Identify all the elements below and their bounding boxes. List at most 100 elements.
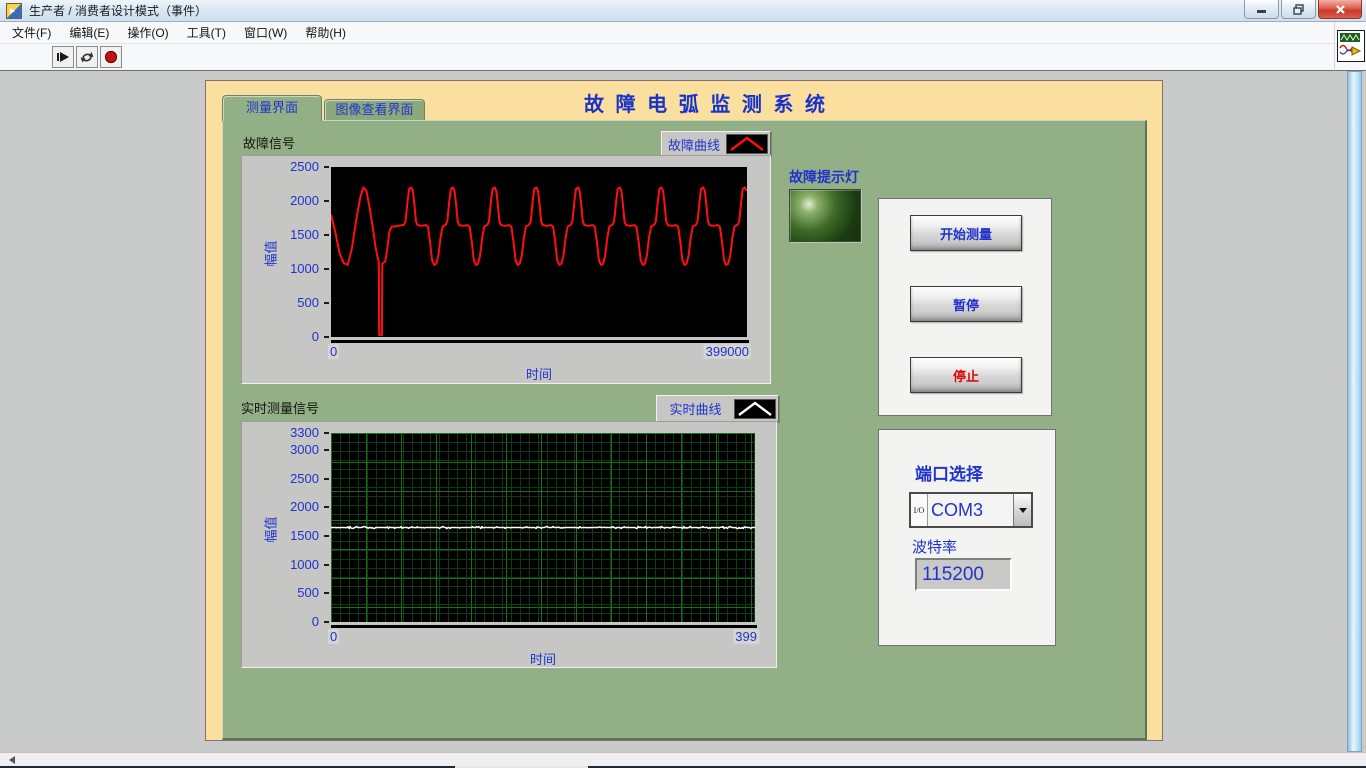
- run-arrow-icon: [55, 49, 71, 65]
- y-tick-mark: [324, 302, 329, 304]
- baud-rate-field[interactable]: 115200: [915, 558, 1012, 591]
- fault-indicator-label: 故障提示灯: [789, 167, 859, 187]
- realtime-chart-title: 实时测量信号: [241, 398, 319, 417]
- fault-signal-chart: 250020001500100050000399000时间幅值: [241, 155, 771, 384]
- restore-icon: [1293, 4, 1304, 15]
- menu-item-0[interactable]: 文件(F): [3, 21, 60, 44]
- vertical-scrollbar[interactable]: [1347, 71, 1362, 752]
- baud-rate-label: 波特率: [912, 536, 957, 557]
- menu-item-3[interactable]: 工具(T): [178, 21, 235, 44]
- x-tick-label-min: 0: [328, 344, 339, 359]
- combo-dropdown-button[interactable]: [1013, 494, 1031, 526]
- y-tick-mark: [324, 268, 329, 270]
- run-button[interactable]: [52, 46, 74, 68]
- realtime-series: [331, 433, 755, 622]
- y-tick-label: 2000: [242, 500, 319, 514]
- y-tick-label: 1000: [242, 262, 319, 276]
- fault-series: [331, 167, 747, 337]
- fault-x-axis: [331, 340, 749, 343]
- tab-image-view[interactable]: 图像查看界面: [324, 99, 425, 121]
- x-tick-label-max: 399000: [704, 344, 751, 359]
- realtime-legend-label: 实时曲线: [657, 399, 734, 418]
- y-tick-mark: [324, 621, 329, 623]
- close-button[interactable]: [1318, 0, 1362, 19]
- minimize-button[interactable]: [1244, 0, 1279, 19]
- menu-item-2[interactable]: 操作(O): [118, 21, 177, 44]
- tab-measure[interactable]: 测量界面: [222, 95, 322, 121]
- abort-icon: [103, 49, 119, 65]
- menu-item-5[interactable]: 帮助(H): [296, 21, 355, 44]
- y-tick-mark: [324, 166, 329, 168]
- y-tick-mark: [324, 478, 329, 480]
- x-axis-caption: 时间: [331, 649, 755, 668]
- fault-chart-title: 故障信号: [243, 133, 295, 152]
- y-tick-label: 500: [242, 296, 319, 310]
- realtime-signal-plot[interactable]: [331, 433, 755, 622]
- y-axis-caption: 幅值: [261, 234, 280, 274]
- realtime-legend-swatch: [734, 399, 776, 419]
- minimize-icon: [1257, 4, 1267, 14]
- vi-waveform-icon: [1338, 31, 1362, 59]
- y-tick-label: 2500: [242, 472, 319, 486]
- fault-signal-plot[interactable]: [331, 167, 747, 337]
- continuous-run-icon: [79, 49, 95, 65]
- y-tick-label: 1500: [242, 529, 319, 543]
- port-select-heading: 端口选择: [915, 460, 983, 485]
- x-tick-label-min: 0: [328, 629, 339, 644]
- continuous-run-button[interactable]: [76, 46, 98, 68]
- stop-button[interactable]: 停止: [910, 357, 1022, 393]
- baud-rate-value: 115200: [917, 564, 984, 586]
- y-tick-label: 2500: [242, 160, 319, 174]
- port-settings-panel: 端口选择 I/O COM3 波特率 115200: [878, 429, 1056, 646]
- y-tick-label: 0: [242, 330, 319, 344]
- window-titlebar: 生产者 / 消费者设计模式（事件）: [0, 0, 1366, 22]
- menu-item-1[interactable]: 编辑(E): [60, 21, 118, 44]
- y-tick-mark: [324, 564, 329, 566]
- y-tick-label: 0: [242, 615, 319, 629]
- y-tick-label: 3000: [242, 443, 319, 457]
- scroll-left-button[interactable]: [4, 754, 20, 766]
- realtime-chart-legend[interactable]: 实时曲线: [656, 395, 779, 422]
- chevron-down-icon: [1019, 508, 1027, 513]
- main-frame-panel: 测量界面 图像查看界面 故 障 电 弧 监 测 系 统 故障信号 故障曲线 25…: [205, 80, 1163, 741]
- visa-resource-combo[interactable]: I/O COM3: [909, 492, 1033, 528]
- y-tick-mark: [324, 200, 329, 202]
- y-tick-mark: [324, 234, 329, 236]
- fault-legend-label: 故障曲线: [662, 135, 726, 154]
- x-axis-caption: 时间: [331, 364, 747, 383]
- fault-legend-swatch: [726, 134, 768, 154]
- y-tick-mark: [324, 432, 329, 434]
- tab-image-label: 图像查看界面: [335, 102, 413, 117]
- com-port-value: COM3: [928, 494, 1013, 526]
- scroll-left-icon: [9, 756, 15, 764]
- window-title: 生产者 / 消费者设计模式（事件）: [29, 2, 207, 19]
- realtime-curve-icon: [735, 400, 775, 418]
- y-tick-mark: [324, 336, 329, 338]
- measure-tab-page: 故障信号 故障曲线 250020001500100050000399000时间幅…: [222, 120, 1147, 740]
- fault-curve-icon: [727, 135, 767, 153]
- vi-icon-block: [1334, 22, 1366, 71]
- labview-app-icon: [6, 3, 22, 19]
- page-title: 故 障 电 弧 监 测 系 统: [496, 88, 916, 117]
- y-tick-mark: [324, 535, 329, 537]
- control-buttons-panel: 开始测量 暂停 停止: [878, 198, 1052, 416]
- horizontal-scrollbar[interactable]: [0, 752, 1366, 766]
- restore-button[interactable]: [1281, 0, 1316, 19]
- x-tick-label-max: 399: [733, 629, 759, 644]
- close-icon: [1335, 4, 1346, 15]
- realtime-x-axis: [331, 625, 757, 628]
- y-tick-label: 1000: [242, 558, 319, 572]
- y-tick-label: 500: [242, 586, 319, 600]
- io-glyph: I/O: [911, 494, 928, 526]
- vi-icon[interactable]: [1337, 30, 1365, 62]
- pause-button[interactable]: 暂停: [910, 286, 1022, 322]
- menu-item-4[interactable]: 窗口(W): [235, 21, 296, 44]
- abort-button[interactable]: [100, 46, 122, 68]
- toolbar: [0, 44, 1334, 71]
- y-tick-mark: [324, 592, 329, 594]
- y-axis-caption: 幅值: [261, 509, 280, 549]
- start-measure-button[interactable]: 开始测量: [910, 215, 1022, 251]
- fault-chart-legend[interactable]: 故障曲线: [661, 131, 771, 157]
- y-tick-mark: [324, 506, 329, 508]
- tab-measure-label: 测量界面: [246, 100, 298, 115]
